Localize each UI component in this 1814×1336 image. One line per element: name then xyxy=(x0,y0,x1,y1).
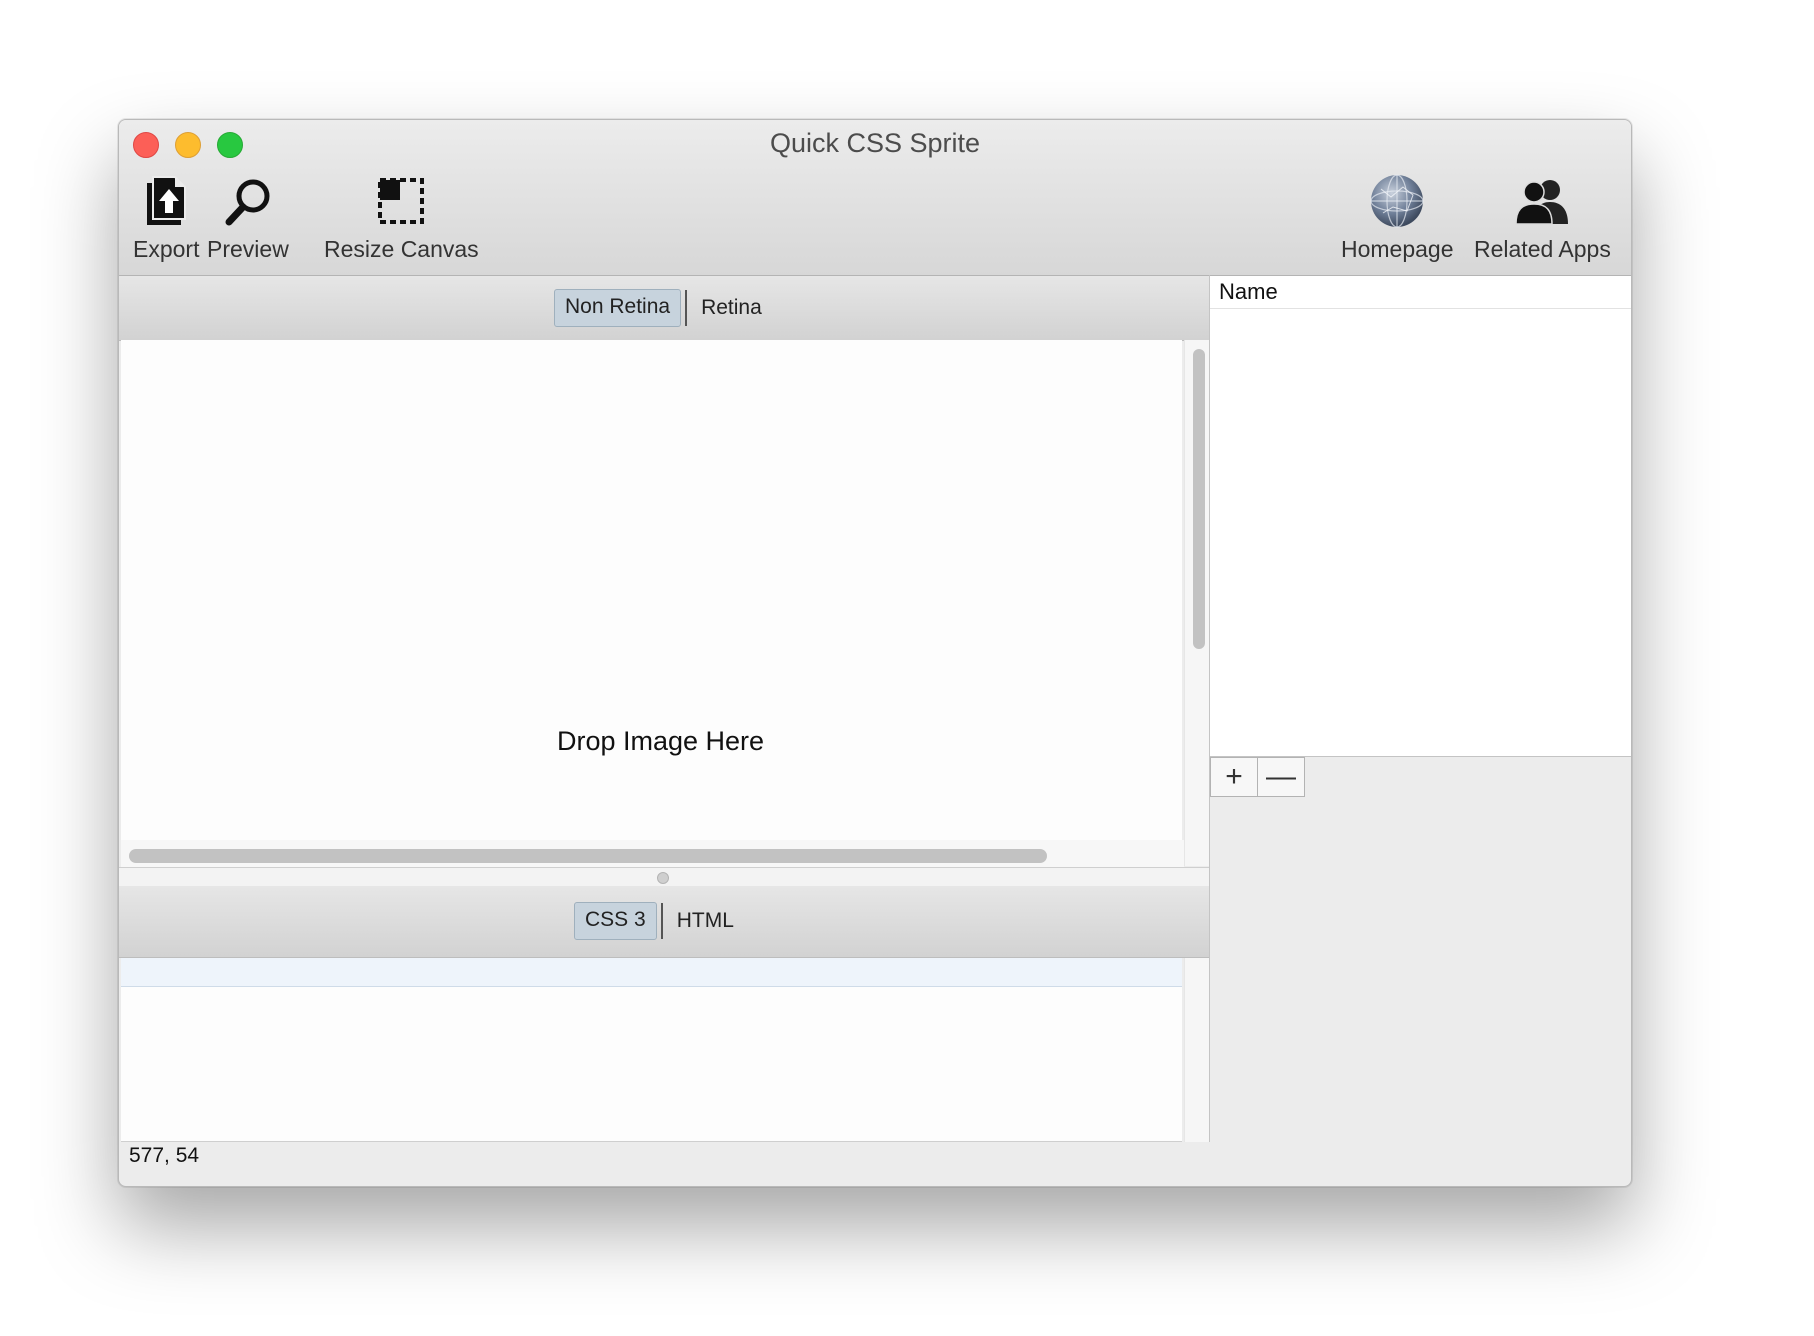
title-bar-toolbar: Quick CSS Sprite Export Preview Resize C… xyxy=(119,120,1631,276)
current-line-highlight xyxy=(121,958,1182,987)
tab-non-retina[interactable]: Non Retina xyxy=(554,289,682,327)
globe-icon xyxy=(1369,172,1425,230)
preview-button[interactable]: Preview xyxy=(207,172,289,263)
plus-icon: + xyxy=(1225,760,1243,793)
canvas-vertical-scroll-thumb[interactable] xyxy=(1193,349,1205,649)
export-label: Export xyxy=(133,236,200,262)
segment-divider xyxy=(660,903,663,939)
name-column-header[interactable]: Name xyxy=(1210,276,1631,309)
table-button-row: + — xyxy=(1210,757,1305,797)
magnifier-icon xyxy=(223,172,273,230)
remove-item-button[interactable]: — xyxy=(1258,757,1305,797)
related-apps-button[interactable]: Related Apps xyxy=(1474,172,1611,263)
homepage-label: Homepage xyxy=(1341,236,1454,262)
cursor-coordinates: 577, 54 xyxy=(129,1144,200,1167)
canvas-horizontal-scrollbar[interactable] xyxy=(121,840,1184,867)
add-item-button[interactable]: + xyxy=(1210,757,1258,797)
canvas-horizontal-scroll-thumb[interactable] xyxy=(129,849,1047,863)
tab-retina[interactable]: Retina xyxy=(691,290,772,326)
splitter-handle-icon[interactable] xyxy=(657,872,669,884)
code-vertical-scrollbar[interactable] xyxy=(1184,958,1209,1142)
sprite-canvas-drop-zone[interactable]: Drop Image Here xyxy=(121,340,1182,841)
tab-css3[interactable]: CSS 3 xyxy=(574,902,657,940)
homepage-button[interactable]: Homepage xyxy=(1341,172,1454,263)
minus-icon: — xyxy=(1266,760,1296,793)
tab-html[interactable]: HTML xyxy=(667,903,744,939)
retina-segmented-control: Non Retina Retina xyxy=(554,289,772,327)
drop-image-hint: Drop Image Here xyxy=(556,726,765,756)
code-tab-bar: CSS 3 HTML xyxy=(119,886,1209,958)
export-button[interactable]: Export xyxy=(133,172,199,263)
code-output-text-view[interactable] xyxy=(121,958,1182,1142)
preview-label: Preview xyxy=(207,236,289,262)
resize-canvas-button[interactable]: Resize Canvas xyxy=(324,172,479,263)
sprite-name-table[interactable]: Name xyxy=(1210,276,1631,757)
canvas-tab-bar: Non Retina Retina xyxy=(119,276,1209,341)
window-title: Quick CSS Sprite xyxy=(769,128,981,158)
segment-divider xyxy=(685,290,688,326)
split-view-divider[interactable] xyxy=(119,867,1209,887)
app-window: Quick CSS Sprite Export Preview Resize C… xyxy=(118,119,1632,1187)
canvas-vertical-scrollbar[interactable] xyxy=(1184,340,1209,866)
users-icon xyxy=(1510,172,1574,230)
related-apps-label: Related Apps xyxy=(1474,236,1611,262)
export-icon xyxy=(143,172,189,230)
code-format-segmented-control: CSS 3 HTML xyxy=(574,902,744,940)
resize-canvas-label: Resize Canvas xyxy=(324,236,479,262)
resize-canvas-icon xyxy=(377,172,425,230)
